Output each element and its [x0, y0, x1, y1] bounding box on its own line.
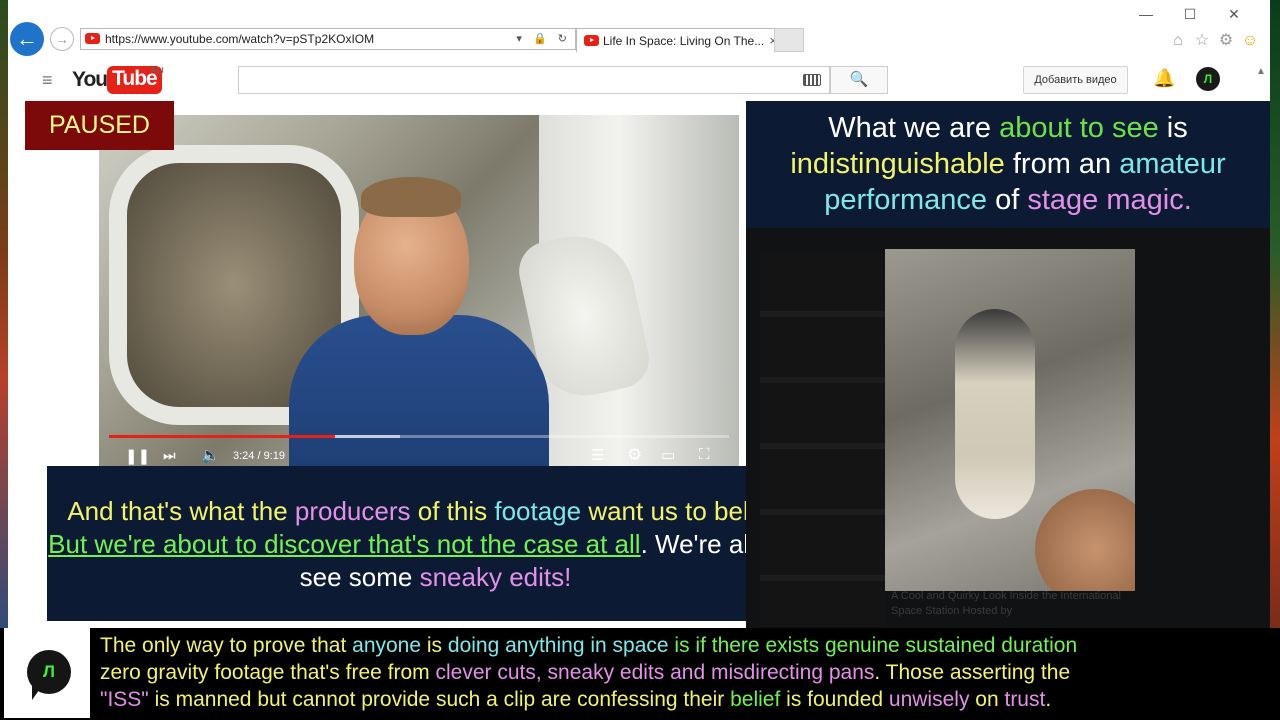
channel-logo: Л	[4, 628, 90, 718]
browser-chrome: ← → https://www.youtube.com/watch?v=pSTp…	[8, 0, 1270, 58]
caption-highlight: unwisely	[888, 688, 970, 711]
headline-text: from an	[1004, 148, 1120, 180]
caption-highlight: is	[668, 634, 696, 657]
commentary-highlight: footage	[494, 496, 582, 526]
bottom-caption-text: The only way to prove that anyone is doi…	[100, 632, 1260, 713]
upload-video-button[interactable]: Добавить видео	[1023, 66, 1128, 94]
window-controls: — ☐ ✕	[1124, 6, 1256, 23]
next-icon[interactable]: ⏭	[163, 447, 176, 464]
caption-highlight: if there exists genuine sustained durati…	[695, 634, 1078, 657]
headline-highlight: indistinguishable	[790, 148, 1005, 180]
caption-text: on	[969, 688, 1005, 711]
feedback-smiley-icon[interactable]: ☺	[1238, 32, 1262, 50]
tab-favicon-icon	[584, 35, 599, 46]
caption-text: .	[1045, 688, 1052, 711]
headline-box: What we are about to see is indistinguis…	[746, 101, 1270, 228]
tab-youtube[interactable]: Life In Space: Living On The... ×	[576, 28, 782, 52]
caption-text: is founded	[780, 688, 889, 711]
volume-icon[interactable]: 🔈	[201, 446, 220, 464]
related-thumbnails	[760, 251, 885, 626]
headline-highlight: performance	[824, 184, 988, 216]
browser-toolbar-icons: ⌂ ☆ ⚙ ☺	[1166, 30, 1262, 50]
refresh-icon[interactable]: ↻	[558, 33, 571, 45]
faded-caption: A Cool and Quirky Look Inside the Intern…	[891, 590, 1121, 617]
minimize-button[interactable]: —	[1124, 6, 1168, 22]
search-icon: 🔍	[849, 71, 869, 88]
left-edge-decoration	[0, 0, 8, 628]
progress-fill	[109, 435, 336, 438]
address-bar[interactable]: https://www.youtube.com/watch?v=pSTp2KOx…	[80, 28, 576, 50]
caption-highlight: "ISS"	[100, 688, 149, 711]
headline-highlight: about to see	[999, 112, 1159, 144]
favorites-star-icon[interactable]: ☆	[1190, 30, 1214, 50]
subtitles-icon[interactable]: ☰	[591, 446, 604, 464]
commentary-underlined: But we're about to discover that's not t…	[48, 529, 641, 559]
theater-mode-icon[interactable]: ▭	[661, 446, 675, 464]
commentary-text: And that's what the	[67, 496, 295, 526]
speech-bubble-icon: Л	[27, 650, 71, 694]
play-pause-icon[interactable]: ❚❚	[125, 447, 150, 465]
notifications-bell-icon[interactable]: 🔔	[1153, 68, 1175, 89]
caption-highlight: clever cuts, sneaky edits and misdirecti…	[435, 661, 875, 684]
address-tools: ▾ 🔒 ↻	[516, 29, 571, 49]
caption-text: zero gravity footage that's free from	[100, 661, 436, 684]
right-panel: What we are about to see is indistinguis…	[746, 101, 1270, 628]
home-icon[interactable]: ⌂	[1166, 32, 1190, 50]
commentary-box: And that's what the producers of this fo…	[47, 466, 824, 621]
settings-gear-icon[interactable]: ⚙	[1214, 30, 1238, 50]
region-label: AU	[150, 66, 164, 77]
logo-you: You	[72, 68, 108, 91]
inset-video-frame	[885, 249, 1135, 591]
tab-title: Life In Space: Living On The...	[603, 34, 765, 48]
player-settings-icon[interactable]: ⚙	[627, 445, 642, 465]
youtube-header: ≡ You Tube AU 🔍 Добавить видео 🔔 Л ▲	[8, 58, 1270, 102]
astronaut-hair	[361, 177, 461, 217]
headline-text: What we are	[828, 112, 1000, 144]
caption-text: . Those asserting the	[874, 661, 1071, 684]
video-progress-bar[interactable]	[109, 435, 729, 438]
caption-text: is manned but cannot provide such a clip…	[148, 688, 731, 711]
floating-legs	[955, 309, 1035, 519]
keyboard-icon[interactable]	[803, 74, 821, 86]
time-display: 3:24 / 9:19	[233, 450, 285, 462]
headline-highlight: stage magic.	[1027, 184, 1192, 216]
back-button[interactable]: ←	[10, 22, 44, 56]
new-tab-button[interactable]	[774, 28, 804, 52]
close-window-button[interactable]: ✕	[1212, 6, 1256, 23]
caption-text: The only way to prove that	[100, 634, 353, 657]
caption-highlight: doing anything in space	[447, 634, 669, 657]
menu-icon[interactable]: ≡	[42, 70, 53, 91]
caption-highlight: belief	[730, 688, 781, 711]
commentary-highlight: sneaky edits!	[419, 562, 572, 592]
commentary-highlight: producers	[294, 496, 411, 526]
headline-text: is	[1158, 112, 1188, 144]
fullscreen-icon[interactable]: ⛶	[699, 446, 710, 463]
headline-text: of	[987, 184, 1028, 216]
avatar[interactable]: Л	[1196, 67, 1220, 91]
youtube-logo[interactable]: You Tube	[72, 66, 162, 94]
search-button[interactable]: 🔍	[830, 66, 888, 94]
address-url: https://www.youtube.com/watch?v=pSTp2KOx…	[105, 32, 375, 46]
caption-highlight: trust	[1004, 688, 1046, 711]
bottom-caption-bar: Л The only way to prove that anyone is d…	[0, 628, 1280, 720]
inset-head	[1035, 489, 1135, 591]
lock-icon: 🔒	[533, 33, 551, 45]
caption-highlight: anyone	[352, 634, 422, 657]
dropdown-icon[interactable]: ▾	[516, 33, 526, 45]
right-edge-decoration	[1270, 0, 1280, 628]
maximize-button[interactable]: ☐	[1168, 6, 1212, 23]
commentary-text: of this	[410, 496, 495, 526]
paused-badge: PAUSED	[25, 101, 174, 150]
video-player[interactable]: ❚❚ ⏭ 🔈 3:24 / 9:19 ☰ ⚙ ▭ ⛶	[99, 115, 739, 470]
scrollbar-up-arrow[interactable]: ▲	[1256, 66, 1270, 77]
youtube-favicon-icon	[85, 33, 100, 44]
forward-button[interactable]: →	[50, 27, 74, 51]
search-input[interactable]	[238, 66, 830, 94]
caption-text: is	[421, 634, 448, 657]
headline-highlight: amateur	[1119, 148, 1226, 180]
